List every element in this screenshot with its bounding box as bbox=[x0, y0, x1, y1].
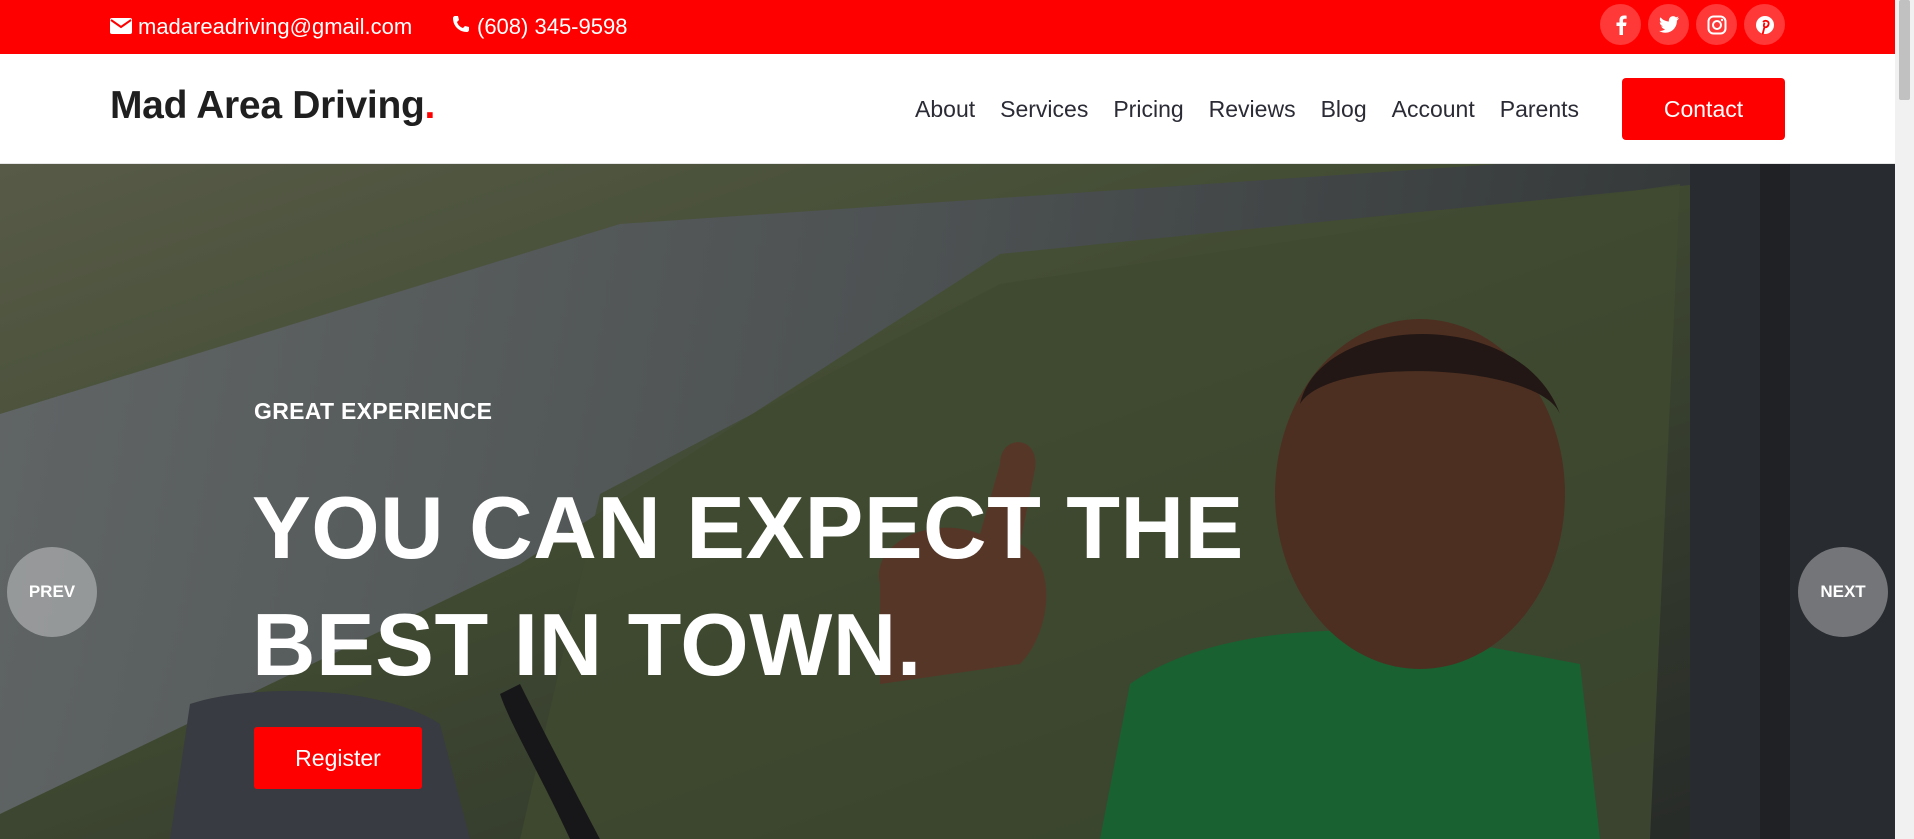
hero-eyebrow: GREAT EXPERIENCE bbox=[254, 398, 493, 424]
email-text: madareadriving@gmail.com bbox=[138, 14, 413, 39]
contact-button[interactable]: Contact bbox=[1622, 78, 1785, 140]
top-bar: madareadriving@gmail.com (608) 345-9598 bbox=[0, 0, 1895, 54]
phone-text: (608) 345-9598 bbox=[477, 14, 628, 39]
logo-dot: . bbox=[424, 84, 436, 127]
hero-headline: YOU CAN EXPECT THE BEST IN TOWN. bbox=[252, 469, 1252, 703]
hero-headline-line2: BEST IN TOWN. bbox=[252, 595, 922, 694]
pinterest-icon[interactable] bbox=[1744, 4, 1785, 45]
nav-about[interactable]: About bbox=[915, 96, 975, 123]
nav-account[interactable]: Account bbox=[1392, 96, 1475, 123]
nav-blog[interactable]: Blog bbox=[1321, 96, 1367, 123]
scrollbar-thumb[interactable] bbox=[1899, 0, 1910, 100]
register-button[interactable]: Register bbox=[254, 727, 422, 789]
site-logo[interactable]: Mad Area Driving. bbox=[110, 84, 435, 128]
phone-icon bbox=[451, 14, 477, 40]
page-scrollbar[interactable] bbox=[1895, 0, 1914, 839]
main-nav: About Services Pricing Reviews Blog Acco… bbox=[915, 54, 1579, 164]
twitter-icon[interactable] bbox=[1648, 4, 1689, 45]
hero-headline-line1: YOU CAN EXPECT THE bbox=[252, 478, 1244, 577]
facebook-icon[interactable] bbox=[1600, 4, 1641, 45]
social-links bbox=[1600, 4, 1785, 45]
nav-reviews[interactable]: Reviews bbox=[1209, 96, 1296, 123]
main-header: Mad Area Driving. About Services Pricing… bbox=[0, 54, 1895, 164]
envelope-icon bbox=[110, 14, 138, 40]
instagram-icon[interactable] bbox=[1696, 4, 1737, 45]
nav-services[interactable]: Services bbox=[1000, 96, 1088, 123]
prev-slide-button[interactable]: PREV bbox=[7, 547, 97, 637]
nav-pricing[interactable]: Pricing bbox=[1113, 96, 1183, 123]
hero-slider: GREAT EXPERIENCE YOU CAN EXPECT THE BEST… bbox=[0, 164, 1895, 839]
nav-parents[interactable]: Parents bbox=[1500, 96, 1579, 123]
phone-link[interactable]: (608) 345-9598 bbox=[451, 0, 627, 54]
logo-text: Mad Area Driving bbox=[110, 84, 425, 127]
email-link[interactable]: madareadriving@gmail.com bbox=[110, 0, 412, 54]
next-slide-button[interactable]: NEXT bbox=[1798, 547, 1888, 637]
